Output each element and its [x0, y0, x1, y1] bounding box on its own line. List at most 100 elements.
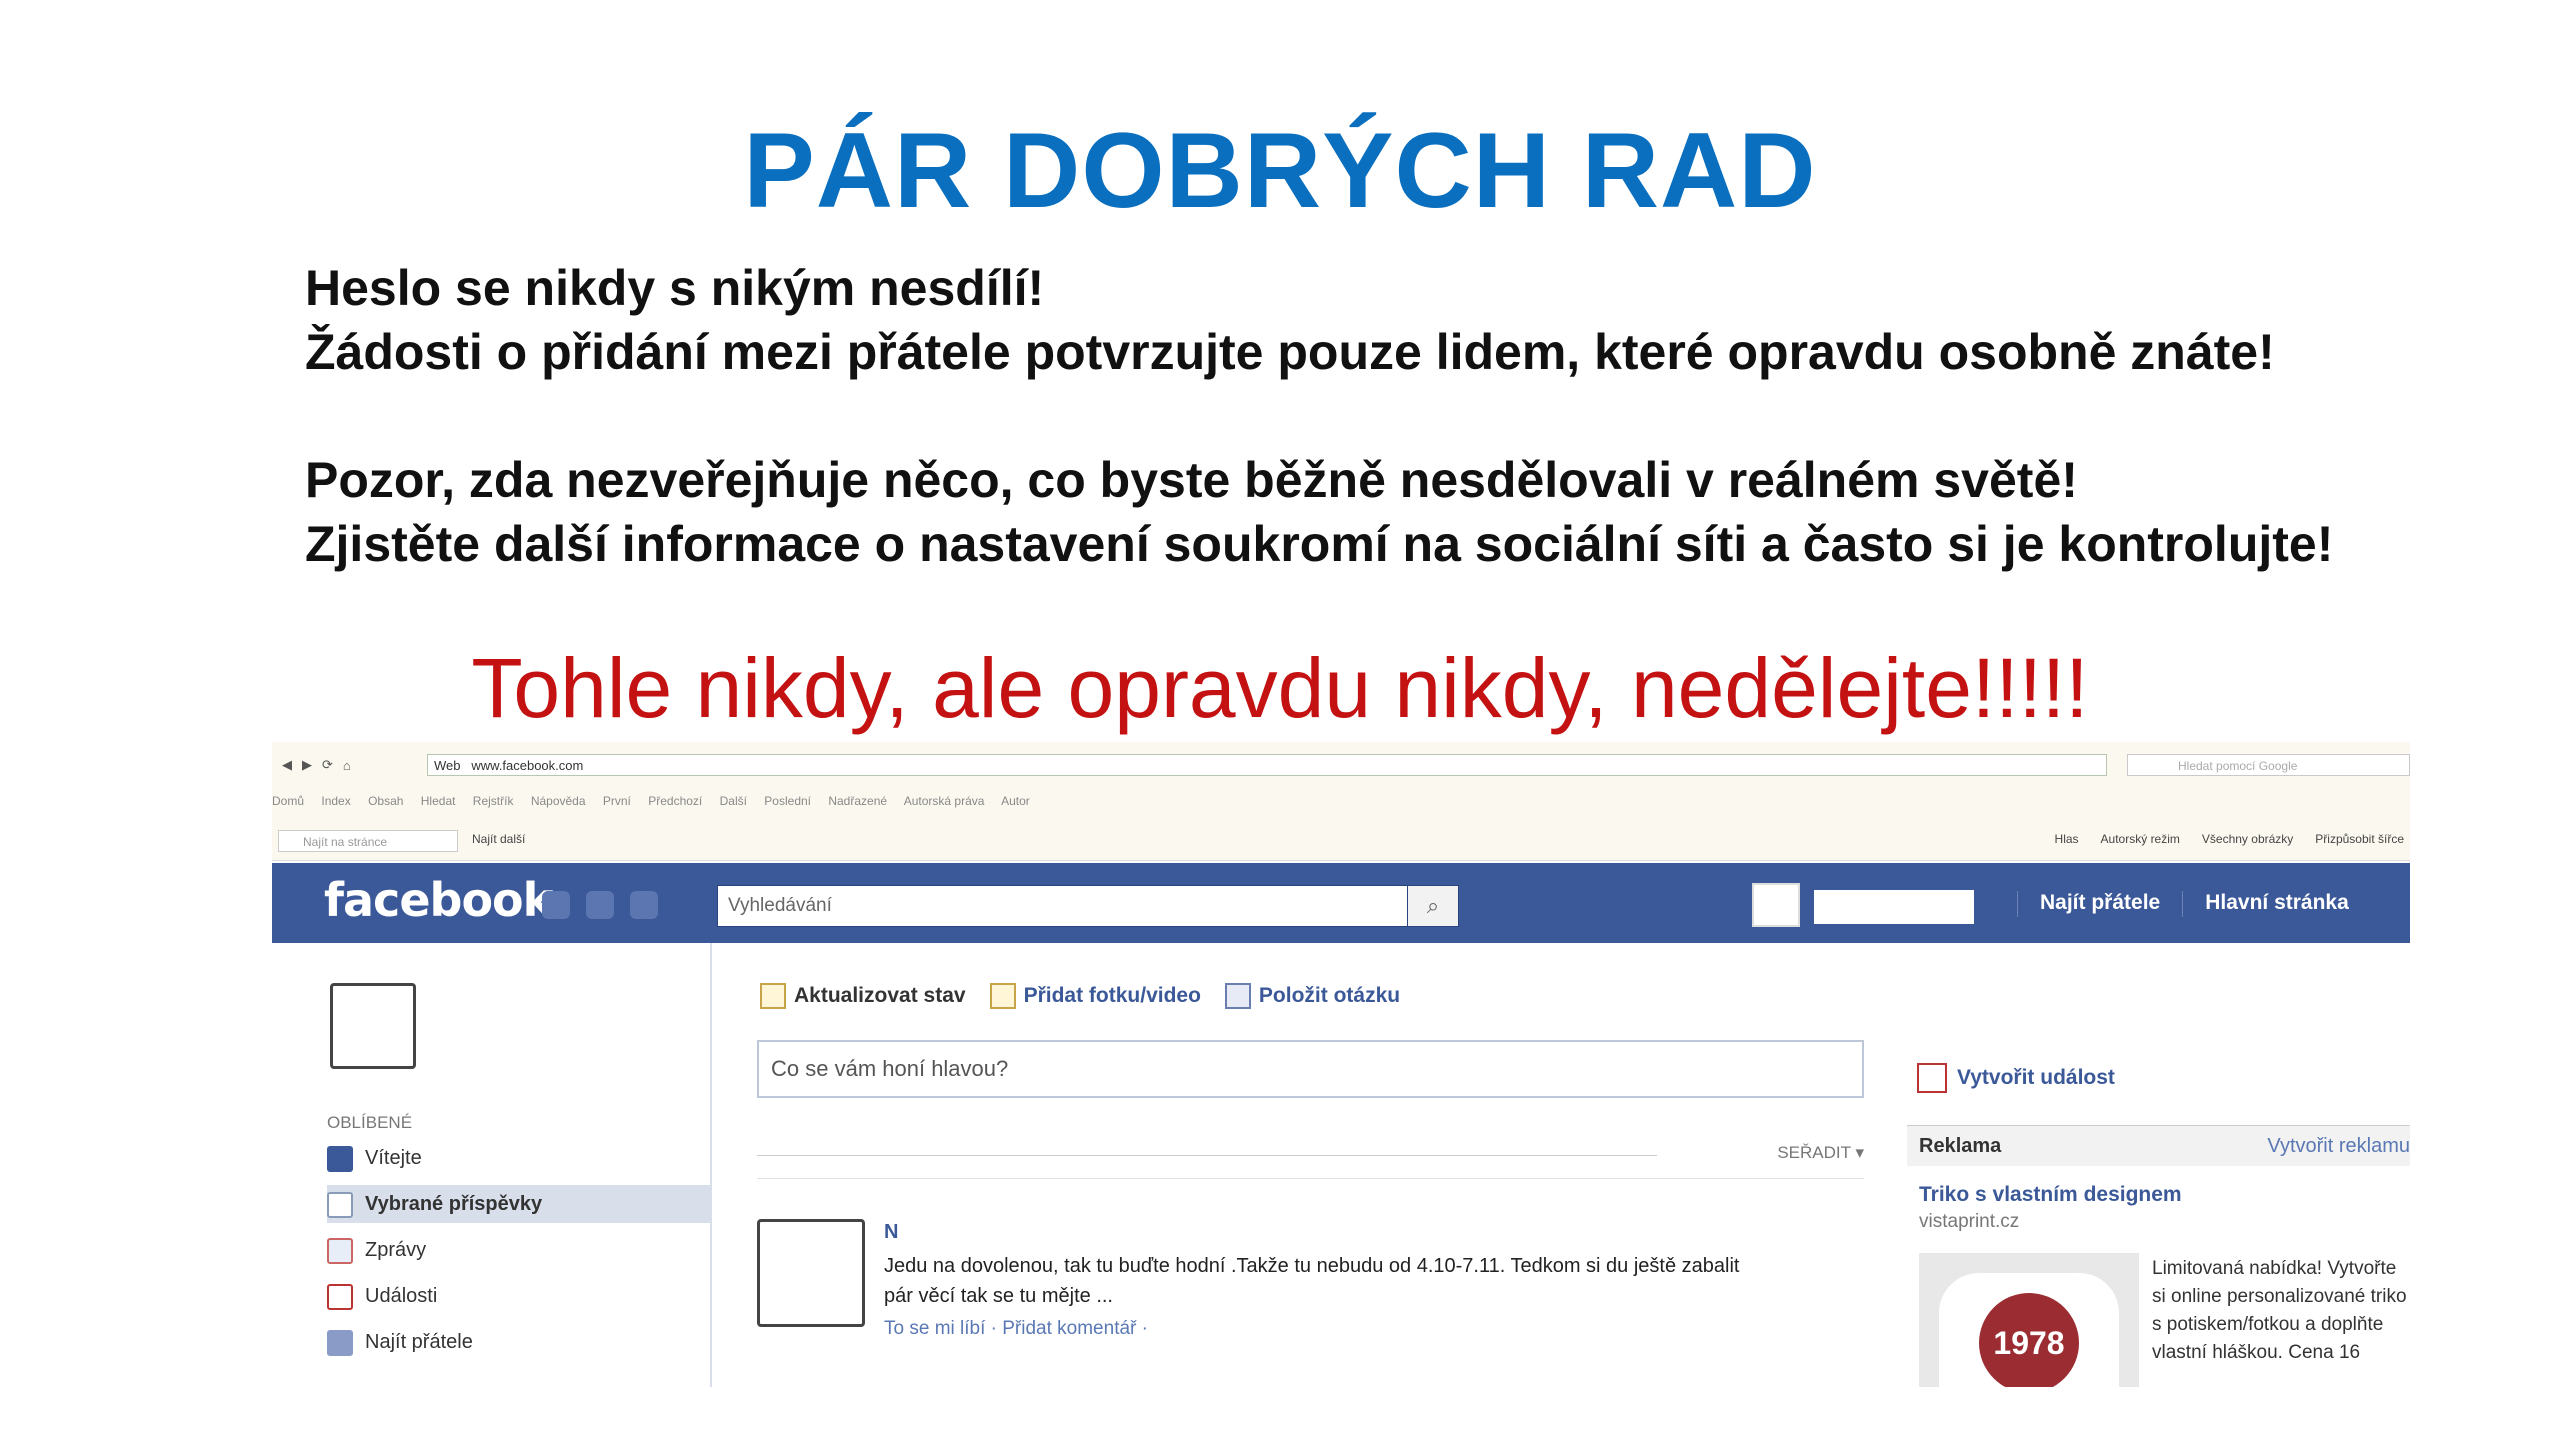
sidebar-item-messages[interactable]: Zprávy — [327, 1231, 712, 1269]
calendar-icon — [327, 1283, 353, 1310]
chevron-down-icon: ▾ — [1855, 1143, 1864, 1162]
nav-home[interactable]: Hlavní stránka — [2205, 891, 2349, 917]
messages-icon — [327, 1237, 353, 1264]
header-avatar[interactable] — [1752, 883, 1800, 927]
create-event-link[interactable]: Vytvořit událost — [1917, 1063, 2115, 1093]
sidebar-item-welcome[interactable]: Vítejte — [327, 1139, 712, 1177]
sidebar-item-label: Události — [365, 1285, 438, 1307]
back-icon[interactable]: ◀ — [282, 757, 292, 773]
voice-link[interactable]: Hlas — [2055, 832, 2079, 846]
profile-picture[interactable] — [330, 983, 416, 1069]
menu-item[interactable]: Hledat — [421, 794, 456, 808]
fit-width-link[interactable]: Přizpůsobit šířce — [2315, 832, 2404, 846]
header-nav: Najít přátele Hlavní stránka — [2017, 891, 2349, 917]
tip-2: Žádosti o přidání mezi přátele potvrzujt… — [305, 324, 2275, 380]
photo-icon — [989, 983, 1016, 1009]
status-input[interactable]: Co se vám honí hlavou? — [757, 1040, 1864, 1098]
menu-item[interactable]: Index — [321, 794, 350, 808]
post-text: Jedu na dovolenou, tak tu buďte hodní .T… — [884, 1255, 1740, 1307]
sort-divider — [757, 1155, 1657, 1156]
forward-icon[interactable]: ▶ — [302, 757, 312, 773]
sort-button[interactable]: SEŘADIT — [1777, 1143, 1850, 1162]
find-next-button[interactable]: Najít další — [472, 832, 525, 846]
find-input[interactable]: Najít na stránce — [278, 830, 458, 852]
url-label: Web — [434, 758, 461, 773]
feed-post: N Jedu na dovolenou, tak tu buďte hodní … — [757, 1178, 1864, 1379]
post-author-name[interactable]: N — [884, 1221, 898, 1244]
tab-ask-question[interactable]: Položit otázku — [1224, 983, 1401, 1009]
ad-text: Limitovaná nabídka! Vytvořte si online p… — [2152, 1258, 2407, 1363]
menu-item[interactable]: Nadřazené — [828, 794, 887, 808]
menu-item[interactable]: Autor — [1001, 794, 1030, 808]
tab-label: Přidat fotku/video — [1023, 984, 1201, 1007]
notifications-icon[interactable] — [630, 891, 658, 919]
sidebar-item-news-feed[interactable]: Vybrané příspěvky — [327, 1185, 712, 1223]
ads-header: Reklama Vytvořit reklamu — [1907, 1125, 2410, 1166]
address-bar[interactable]: Web www.facebook.com — [427, 754, 2107, 776]
post-actions[interactable]: To se mi líbí · Přidat komentář · — [884, 1318, 1148, 1340]
slide-title: PÁR DOBRÝCH RAD — [743, 110, 1817, 230]
menu-item[interactable]: Další — [720, 794, 747, 808]
create-ad-link[interactable]: Vytvořit reklamu — [2267, 1126, 2410, 1166]
sidebar-item-find-friends[interactable]: Najít přátele — [327, 1323, 712, 1361]
browser-toolbar: ◀ ▶ ⟳ ⌂ Web www.facebook.com Hledat pomo… — [272, 742, 2410, 861]
favorites-heading: OBLÍBENÉ — [327, 1113, 413, 1132]
notification-icons — [542, 891, 658, 919]
menu-item[interactable]: Rejstřík — [473, 794, 514, 808]
author-mode-link[interactable]: Autorský režim — [2101, 832, 2180, 846]
find-bar: Najít na stránce Najít další Hlas Autors… — [272, 828, 2410, 854]
ad-shirt-print: 1978 — [1979, 1293, 2079, 1387]
facebook-search-input[interactable]: Vyhledávání — [717, 885, 1437, 927]
menu-item[interactable]: První — [603, 794, 631, 808]
google-search-field[interactable]: Hledat pomocí Google — [2127, 754, 2410, 776]
create-event-label: Vytvořit událost — [1957, 1066, 2115, 1089]
composer-tabs: Aktualizovat stav Přidat fotku/video Pol… — [760, 983, 1400, 1009]
sidebar-item-label: Vybrané příspěvky — [365, 1193, 543, 1215]
reload-icon[interactable]: ⟳ — [322, 757, 333, 773]
event-icon — [1917, 1063, 1947, 1093]
sidebar-item-label: Zprávy — [365, 1239, 427, 1261]
sidebar-item-label: Najít přátele — [365, 1331, 473, 1353]
nav-divider — [2017, 891, 2018, 917]
toolbar-right-links: Hlas Autorský režim Všechny obrázky Přiz… — [2055, 832, 2404, 846]
friend-requests-icon[interactable] — [542, 891, 570, 919]
ad-title[interactable]: Triko s vlastním designem — [1919, 1183, 2182, 1207]
messages-icon[interactable] — [586, 891, 614, 919]
tab-label: Aktualizovat stav — [794, 984, 966, 1007]
tab-update-status[interactable]: Aktualizovat stav — [760, 983, 966, 1009]
post-author-avatar[interactable] — [757, 1219, 865, 1327]
ad-url: vistaprint.cz — [1919, 1211, 2020, 1232]
menu-item[interactable]: Poslední — [764, 794, 811, 808]
all-images-link[interactable]: Všechny obrázky — [2202, 832, 2293, 846]
ad-image[interactable]: 1978 — [1919, 1253, 2139, 1387]
menu-row: Domů Index Obsah Hledat Rejstřík Nápověd… — [272, 794, 2410, 808]
search-icon[interactable]: ⌕ — [1407, 885, 1459, 927]
sidebar-item-label: Vítejte — [365, 1147, 422, 1169]
menu-item[interactable]: Předchozí — [648, 794, 702, 808]
news-feed-icon — [327, 1191, 353, 1218]
friends-icon — [327, 1329, 353, 1356]
nav-find-friends[interactable]: Najít přátele — [2040, 891, 2160, 917]
url-text: www.facebook.com — [471, 758, 584, 773]
menu-item[interactable]: Autorská práva — [904, 794, 985, 808]
menu-item[interactable]: Nápověda — [531, 794, 586, 808]
tip-4: Zjistěte další informace o nastavení sou… — [305, 516, 2334, 572]
tip-1: Heslo se nikdy s nikým nesdílí! — [305, 260, 1045, 316]
hidden-user-name[interactable] — [1814, 890, 1974, 924]
facebook-logo[interactable]: facebook — [324, 873, 553, 927]
facebook-screenshot: ◀ ▶ ⟳ ⌂ Web www.facebook.com Hledat pomo… — [272, 742, 2410, 1387]
menu-item[interactable]: Domů — [272, 794, 304, 808]
tip-3: Pozor, zda nezveřejňuje něco, co byste b… — [305, 452, 2078, 508]
status-icon — [760, 983, 786, 1009]
home-icon[interactable]: ⌂ — [343, 758, 351, 773]
facebook-f-icon — [327, 1145, 353, 1172]
sidebar-item-events[interactable]: Události — [327, 1277, 712, 1315]
browser-nav-buttons: ◀ ▶ ⟳ ⌂ — [272, 752, 351, 778]
ads-heading: Reklama — [1919, 1135, 2002, 1157]
question-icon — [1224, 983, 1251, 1009]
right-sidebar: Vytvořit událost Reklama Vytvořit reklam… — [1907, 943, 2410, 1387]
warning-text: Tohle nikdy, ale opravdu nikdy, nedělejt… — [471, 641, 2089, 735]
tab-add-photo[interactable]: Přidat fotku/video — [989, 983, 1201, 1009]
tab-label: Položit otázku — [1258, 984, 1401, 1007]
menu-item[interactable]: Obsah — [368, 794, 403, 808]
